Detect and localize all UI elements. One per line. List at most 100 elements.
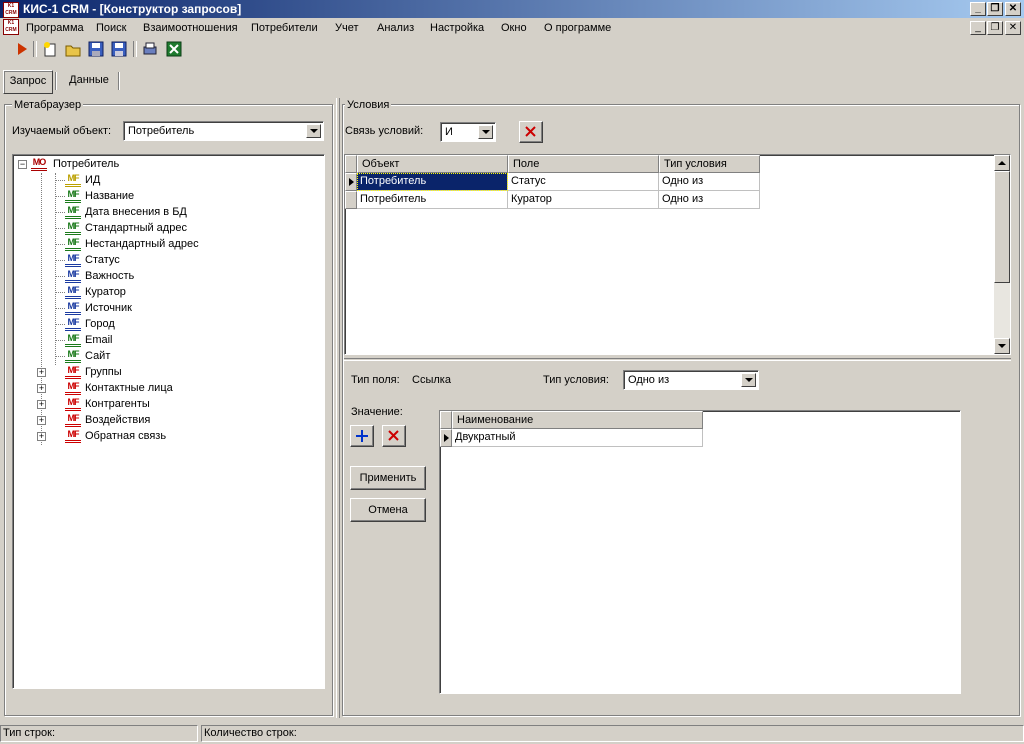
chevron-down-icon[interactable]: [306, 124, 321, 138]
object-combo[interactable]: Потребитель: [123, 121, 324, 141]
tree-line: [55, 228, 65, 229]
expand-icon[interactable]: +: [37, 368, 46, 377]
run-icon[interactable]: [14, 41, 30, 57]
new-icon[interactable]: [42, 41, 58, 57]
reference-field-icon: МF: [65, 301, 81, 315]
save-as-icon[interactable]: [111, 41, 127, 57]
row-indicator: [345, 191, 357, 209]
column-header-name[interactable]: Наименование: [452, 411, 703, 429]
reference-field-icon: МF: [65, 253, 81, 267]
delete-condition-button[interactable]: [519, 121, 543, 143]
mdi-close-button[interactable]: ✕: [1005, 21, 1021, 35]
apply-button[interactable]: Применить: [350, 466, 426, 490]
tree-line: [55, 340, 65, 341]
table-cell[interactable]: Куратор: [508, 191, 659, 209]
menu-settings[interactable]: Настройка: [430, 21, 484, 35]
tab-query[interactable]: Запрос: [3, 70, 53, 94]
condition-type-value: Одно из: [628, 374, 670, 386]
tree-collection-label: Обратная связь: [85, 430, 167, 442]
mdi-minimize-button[interactable]: _: [970, 21, 986, 35]
expand-icon[interactable]: +: [37, 384, 46, 393]
add-value-button[interactable]: [350, 425, 374, 447]
object-icon: МО: [31, 157, 47, 171]
save-icon[interactable]: [88, 41, 104, 57]
condition-type-combo[interactable]: Одно из: [623, 370, 759, 390]
link-label: Связь условий:: [345, 125, 424, 137]
excel-icon[interactable]: [166, 41, 182, 57]
tree-line: [55, 212, 65, 213]
tree-field-label: Email: [85, 334, 113, 346]
toolbar: [0, 38, 1024, 60]
link-combo[interactable]: И: [440, 122, 496, 142]
condition-type-label: Тип условия:: [543, 374, 609, 386]
values-grid[interactable]: Наименование Двукратный: [439, 410, 961, 694]
tree-collection-label: Контактные лица: [85, 382, 173, 394]
scroll-down-icon[interactable]: [994, 338, 1010, 354]
expand-icon[interactable]: +: [37, 400, 46, 409]
collection-icon: МF: [65, 397, 81, 411]
tree-field-label: ИД: [85, 174, 101, 186]
splitter[interactable]: [336, 98, 340, 718]
table-cell[interactable]: Одно из: [659, 191, 760, 209]
menu-search[interactable]: Поиск: [96, 21, 126, 35]
open-icon[interactable]: [65, 41, 81, 57]
status-bar: Тип строк: Количество строк:: [0, 723, 1024, 744]
menu-relations[interactable]: Взаимоотношения: [143, 21, 238, 35]
link-combo-value: И: [445, 126, 453, 138]
collection-icon: МF: [65, 429, 81, 443]
print-icon[interactable]: [142, 41, 158, 57]
document-icon[interactable]: K1 CRM: [3, 19, 19, 35]
object-label: Изучаемый объект:: [12, 125, 112, 137]
tree-field-label: Дата внесения в БД: [85, 206, 187, 218]
table-cell[interactable]: Потребитель: [357, 173, 508, 191]
metadata-tree[interactable]: − МО Потребитель МF ИД МF Название МF Да…: [12, 154, 325, 689]
scroll-up-icon[interactable]: [994, 155, 1010, 171]
vertical-scrollbar[interactable]: [994, 155, 1010, 354]
row-indicator-header: [345, 155, 357, 173]
delete-icon: [388, 430, 399, 441]
key-field-icon: МF: [65, 173, 81, 187]
app-logo-icon: K1 CRM: [3, 2, 19, 18]
restore-button[interactable]: ❐: [987, 2, 1003, 16]
window-title: КИС-1 CRM - [Конструктор запросов]: [23, 2, 242, 16]
conditions-title: Условия: [345, 99, 392, 111]
tree-field-label: Важность: [85, 270, 135, 282]
reference-field-icon: МF: [65, 285, 81, 299]
string-field-icon: МF: [65, 349, 81, 363]
tree-root-label: Потребитель: [53, 158, 120, 170]
chevron-down-icon[interactable]: [741, 373, 756, 387]
close-button[interactable]: ✕: [1005, 2, 1021, 16]
collection-icon: МF: [65, 381, 81, 395]
menu-accounting[interactable]: Учет: [335, 21, 359, 35]
remove-value-button[interactable]: [382, 425, 406, 447]
tree-line: [55, 276, 65, 277]
minimize-button[interactable]: _: [970, 2, 986, 16]
chevron-down-icon[interactable]: [478, 125, 493, 139]
string-field-icon: МF: [65, 237, 81, 251]
mdi-restore-button[interactable]: ❐: [987, 21, 1003, 35]
conditions-grid[interactable]: Объект Поле Тип условия Потребитель Стат…: [344, 154, 1011, 355]
menu-analysis[interactable]: Анализ: [377, 21, 414, 35]
cancel-button[interactable]: Отмена: [350, 498, 426, 522]
table-cell[interactable]: Одно из: [659, 173, 760, 191]
column-header-object[interactable]: Объект: [357, 155, 508, 173]
column-header-field[interactable]: Поле: [508, 155, 659, 173]
table-cell[interactable]: Потребитель: [357, 191, 508, 209]
tree-field-label: Стандартный адрес: [85, 222, 187, 234]
horizontal-splitter[interactable]: [344, 358, 1011, 361]
menu-consumers[interactable]: Потребители: [251, 21, 318, 35]
tree-line: [55, 260, 65, 261]
menu-program[interactable]: Программа: [26, 21, 84, 35]
tab-data[interactable]: Данные: [60, 70, 118, 92]
table-cell[interactable]: Статус: [508, 173, 659, 191]
table-cell[interactable]: Двукратный: [452, 429, 703, 447]
expand-icon[interactable]: +: [37, 416, 46, 425]
scroll-thumb[interactable]: [994, 171, 1010, 283]
menu-bar: K1 CRM Программа Поиск Взаимоотношения П…: [0, 18, 1024, 38]
collapse-icon[interactable]: −: [18, 160, 27, 169]
menu-window[interactable]: Окно: [501, 21, 527, 35]
menu-about[interactable]: О программе: [544, 21, 611, 35]
expand-icon[interactable]: +: [37, 432, 46, 441]
string-field-icon: МF: [65, 333, 81, 347]
column-header-type[interactable]: Тип условия: [659, 155, 760, 173]
